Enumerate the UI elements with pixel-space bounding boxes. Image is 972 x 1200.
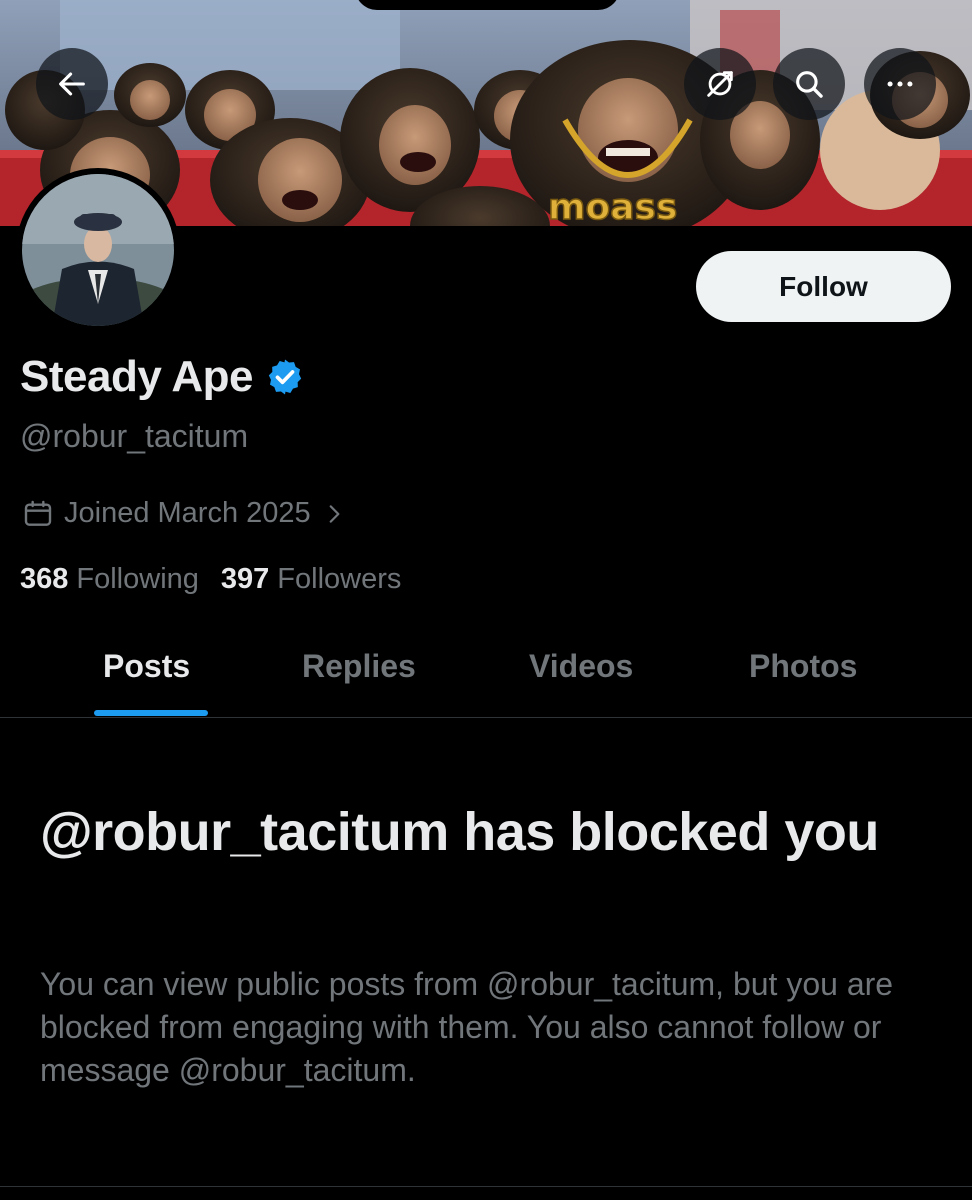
following-count: 368 <box>20 563 69 595</box>
arrow-left-icon <box>59 72 85 96</box>
calendar-icon <box>24 500 52 526</box>
active-tab-indicator <box>94 710 208 716</box>
joined-date-row[interactable]: Joined March 2025 <box>22 497 347 530</box>
back-button[interactable] <box>36 48 108 120</box>
more-options-button[interactable] <box>864 48 936 120</box>
tab-photos[interactable]: Photos <box>749 648 857 685</box>
banner-chain-text: moass <box>548 187 677 226</box>
blocked-notice-title: @robur_tacitum has blocked you <box>40 802 879 862</box>
divider <box>0 1186 972 1187</box>
followers-count: 397 <box>220 563 270 595</box>
display-name: Steady Ape <box>20 352 254 401</box>
translate-button[interactable] <box>684 48 756 120</box>
joined-label: Joined March 2025 <box>64 497 311 529</box>
following-label: Following <box>76 563 199 595</box>
profile-tabs: Posts Replies Videos Photos <box>0 628 972 718</box>
verified-badge-icon[interactable] <box>265 357 305 397</box>
avatar-image <box>22 174 174 326</box>
tab-replies[interactable]: Replies <box>302 648 416 685</box>
tab-posts[interactable]: Posts <box>103 648 190 685</box>
blocked-notice-message: You can view public posts from @robur_ta… <box>40 966 894 1088</box>
followers-link[interactable]: 397 Followers <box>221 563 401 596</box>
chevron-right-icon <box>329 504 340 523</box>
display-name-row: Steady Ape <box>20 352 305 402</box>
avatar[interactable] <box>16 168 180 332</box>
following-link[interactable]: 368 Following <box>20 563 199 596</box>
search-icon <box>796 71 823 98</box>
search-button[interactable] <box>773 48 845 120</box>
followers-label: Followers <box>277 563 402 595</box>
more-horizontal-icon <box>887 81 913 87</box>
follow-button[interactable]: Follow <box>696 251 951 322</box>
device-notch <box>355 0 620 10</box>
translate-icon <box>707 71 733 97</box>
follow-stats: 368 Following 397 Followers <box>20 563 401 596</box>
profile-handle: @robur_tacitum <box>20 418 249 454</box>
tab-videos[interactable]: Videos <box>529 648 633 685</box>
